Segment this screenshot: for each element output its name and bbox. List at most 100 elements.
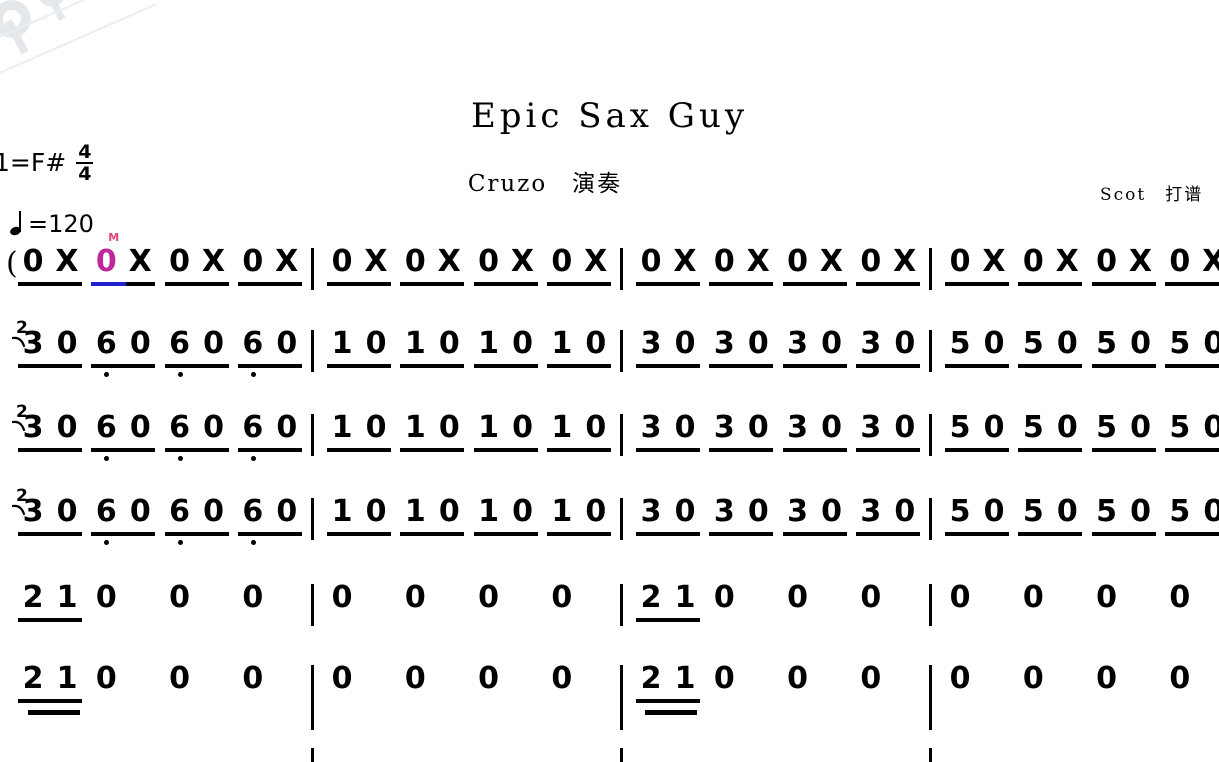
note[interactable]: 0 xyxy=(434,494,464,530)
note[interactable]: 1 xyxy=(327,326,357,362)
beat-group[interactable]: 50 xyxy=(1164,410,1219,466)
beat-group[interactable]: 60 xyxy=(91,326,156,382)
note[interactable]: 0 xyxy=(434,326,464,362)
note[interactable]: 0 xyxy=(91,661,121,697)
note[interactable]: 0 xyxy=(743,326,773,362)
beat-group[interactable]: 50 xyxy=(945,326,1009,382)
beat-group[interactable]: 0X xyxy=(636,244,700,300)
beat-group[interactable]: M0X xyxy=(90,232,156,300)
note[interactable]: 3 xyxy=(636,326,666,362)
note[interactable]: 5 xyxy=(1165,326,1195,362)
note[interactable]: 2 xyxy=(636,661,666,697)
note[interactable]: X xyxy=(361,244,391,280)
beat-group[interactable]: 30 xyxy=(636,494,700,550)
beat-group[interactable]: 30 xyxy=(782,410,847,466)
beat-group[interactable]: 50 xyxy=(1018,410,1083,466)
note[interactable]: 0 xyxy=(979,326,1009,362)
beat-group[interactable]: 30 xyxy=(855,494,920,550)
note[interactable]: 3 xyxy=(783,494,813,530)
note[interactable]: X xyxy=(979,244,1009,280)
note[interactable]: 0 xyxy=(199,326,229,362)
note[interactable]: 3 xyxy=(856,410,886,446)
note[interactable]: 0 xyxy=(474,244,504,280)
note[interactable]: 5 xyxy=(1018,326,1048,362)
note[interactable]: 0 xyxy=(890,326,920,362)
note[interactable]: 0 xyxy=(979,410,1009,446)
note[interactable]: 6 xyxy=(91,410,121,461)
note[interactable]: 0 xyxy=(125,410,155,446)
beat-group[interactable]: 60 xyxy=(91,410,156,466)
note[interactable]: 6 xyxy=(91,326,121,377)
note[interactable]: X xyxy=(1126,244,1156,280)
note[interactable]: 0 xyxy=(670,326,700,362)
beat-group[interactable]: 50 xyxy=(1018,494,1083,550)
note[interactable]: 0 xyxy=(327,580,357,616)
note[interactable]: 1 xyxy=(52,661,82,697)
beat-group[interactable]: 30 xyxy=(709,494,774,550)
note[interactable]: 5 xyxy=(1018,410,1048,446)
note[interactable]: 1 xyxy=(400,326,430,362)
note[interactable]: 3 xyxy=(856,326,886,362)
note[interactable]: 0 xyxy=(1018,661,1048,697)
note[interactable]: 1 xyxy=(327,494,357,530)
note[interactable]: 0 xyxy=(272,326,302,362)
beat-group[interactable]: 60 xyxy=(164,326,229,382)
beat-group[interactable]: 50 xyxy=(1091,326,1156,382)
beat-group[interactable]: 0X xyxy=(18,244,82,300)
beat-group[interactable]: 0 xyxy=(709,580,739,636)
beat-group[interactable]: 10 xyxy=(473,326,538,382)
note[interactable]: 5 xyxy=(1165,410,1195,446)
beat-group[interactable]: 60 xyxy=(164,494,229,550)
note[interactable]: 0 xyxy=(670,494,700,530)
note[interactable]: 0 xyxy=(817,494,847,530)
note[interactable]: 0 xyxy=(581,494,611,530)
note[interactable]: 0 xyxy=(400,244,430,280)
note[interactable]: 1 xyxy=(474,494,504,530)
beat-group[interactable]: 10 xyxy=(546,410,611,466)
beat-group[interactable]: 30 xyxy=(855,410,920,466)
beat-group[interactable]: 0 xyxy=(165,580,195,636)
beat-group[interactable]: 60 xyxy=(237,410,302,466)
note[interactable]: 1 xyxy=(327,410,357,446)
beat-group[interactable]: 30 xyxy=(709,326,774,382)
note[interactable]: X xyxy=(1199,244,1219,280)
beat-group[interactable]: 0X xyxy=(1164,244,1219,300)
note[interactable]: 1 xyxy=(52,580,82,616)
note[interactable]: 0 xyxy=(18,244,48,280)
beat-group[interactable]: 0X xyxy=(400,244,465,300)
beat-group[interactable]: 30 xyxy=(636,410,700,466)
note[interactable]: 0 xyxy=(165,580,195,616)
beat-group[interactable]: 30 xyxy=(855,326,920,382)
note[interactable]: 0 xyxy=(327,244,357,280)
beat-group[interactable]: 0 xyxy=(945,580,975,636)
note[interactable]: 0 xyxy=(474,580,504,616)
note[interactable]: 1 xyxy=(400,494,430,530)
note[interactable]: 0 xyxy=(272,410,302,446)
note[interactable]: 0 xyxy=(1165,661,1195,697)
beat-group[interactable]: 21 xyxy=(636,580,700,636)
note[interactable]: 0 xyxy=(238,244,268,280)
note[interactable]: 0 xyxy=(709,580,739,616)
note[interactable]: 3 xyxy=(18,494,48,530)
beat-group[interactable]: 0 xyxy=(547,580,577,636)
beat-group[interactable]: 30 xyxy=(18,410,82,466)
note[interactable]: 0 xyxy=(508,410,538,446)
note[interactable]: X xyxy=(199,244,229,280)
note[interactable]: 0 xyxy=(1126,494,1156,530)
beat-group[interactable]: 10 xyxy=(400,494,465,550)
beat-group[interactable]: 50 xyxy=(1164,494,1219,550)
beat-group[interactable]: 30 xyxy=(636,326,700,382)
beat-group[interactable]: 0 xyxy=(1018,580,1048,636)
note[interactable]: 5 xyxy=(1092,494,1122,530)
beat-group[interactable]: 0 xyxy=(238,580,268,636)
beat-group[interactable]: 10 xyxy=(327,326,391,382)
note[interactable]: 1 xyxy=(670,580,700,616)
beat-group[interactable]: 50 xyxy=(1091,410,1156,466)
note[interactable]: 0 xyxy=(547,244,577,280)
note[interactable]: 0 xyxy=(783,244,813,280)
note[interactable]: 6 xyxy=(165,410,195,461)
note[interactable]: 2 xyxy=(18,580,48,616)
note[interactable]: X xyxy=(743,244,773,280)
note[interactable]: 0 xyxy=(856,580,886,616)
note[interactable]: 3 xyxy=(783,326,813,362)
